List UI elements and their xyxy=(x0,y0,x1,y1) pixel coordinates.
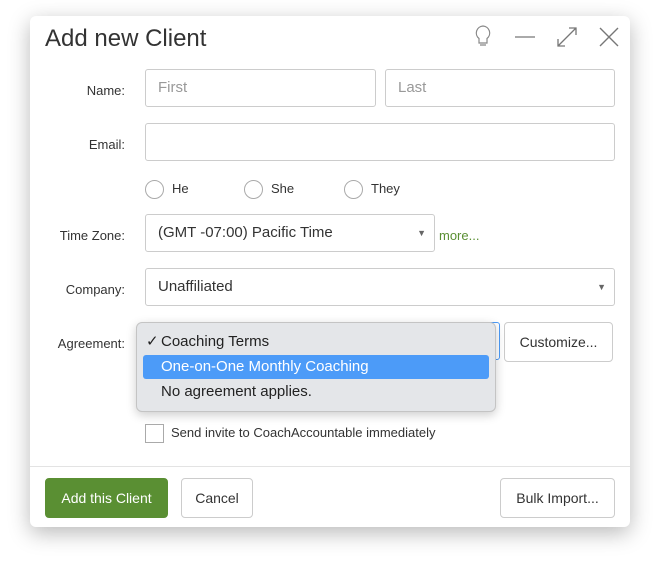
send-invite-checkbox[interactable]: Send invite to CoachAccountable immediat… xyxy=(145,424,435,443)
cancel-button[interactable]: Cancel xyxy=(181,478,253,518)
close-icon[interactable] xyxy=(597,24,621,50)
menu-item-no-agreement[interactable]: No agreement applies. xyxy=(143,380,489,404)
caret-down-icon: ▼ xyxy=(597,282,606,292)
more-timezones-link[interactable]: more... xyxy=(439,228,479,243)
bulk-import-button[interactable]: Bulk Import... xyxy=(500,478,615,518)
send-invite-label: Send invite to CoachAccountable immediat… xyxy=(171,424,436,440)
lightbulb-icon[interactable] xyxy=(474,24,492,50)
company-select[interactable]: Unaffiliated ▼ xyxy=(145,268,615,306)
menu-item-label: One-on-One Monthly Coaching xyxy=(161,358,369,375)
radio-label: He xyxy=(172,180,189,196)
add-client-dialog: Add new Client Name: First Last Email: H… xyxy=(30,16,630,527)
first-name-input[interactable]: First xyxy=(145,69,376,107)
radio-label: They xyxy=(371,180,400,196)
menu-item-monthly-coaching[interactable]: One-on-One Monthly Coaching xyxy=(143,355,489,379)
dialog-title: Add new Client xyxy=(45,25,207,52)
agreement-label: Agreement: xyxy=(57,336,125,351)
radio-she[interactable]: She xyxy=(244,180,294,199)
agreement-dropdown-menu: ✓ Coaching Terms One-on-One Monthly Coach… xyxy=(136,322,496,412)
customize-button[interactable]: Customize... xyxy=(504,322,613,362)
expand-icon[interactable] xyxy=(555,24,579,50)
name-label: Name: xyxy=(86,83,125,98)
menu-item-label: Coaching Terms xyxy=(161,333,270,350)
radio-they[interactable]: They xyxy=(344,180,400,199)
minimize-icon[interactable] xyxy=(514,24,536,50)
add-client-button[interactable]: Add this Client xyxy=(45,478,168,518)
company-value: Unaffiliated xyxy=(158,278,233,295)
radio-he[interactable]: He xyxy=(145,180,189,199)
last-name-input[interactable]: Last xyxy=(385,69,615,107)
menu-item-coaching-terms[interactable]: ✓ Coaching Terms xyxy=(143,330,489,354)
caret-down-icon: ▼ xyxy=(417,228,426,238)
timezone-label: Time Zone: xyxy=(59,228,125,243)
radio-label: She xyxy=(271,180,295,196)
timezone-select[interactable]: (GMT -07:00) Pacific Time ▼ xyxy=(145,214,435,252)
timezone-value: (GMT -07:00) Pacific Time xyxy=(158,224,333,241)
company-label: Company: xyxy=(65,282,125,297)
email-input[interactable] xyxy=(145,123,615,161)
email-label: Email: xyxy=(88,137,125,152)
check-icon: ✓ xyxy=(146,333,159,350)
dialog-footer xyxy=(30,466,630,467)
menu-item-label: No agreement applies. xyxy=(161,383,312,400)
